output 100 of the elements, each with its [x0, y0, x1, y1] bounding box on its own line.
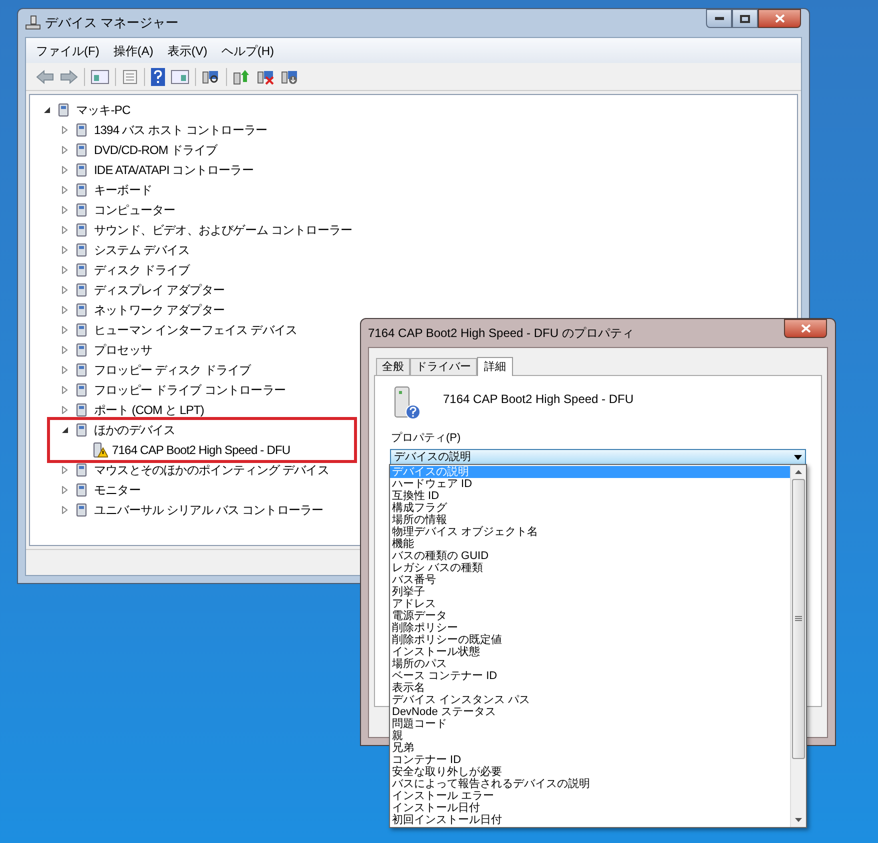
- uninstall-device-icon[interactable]: [281, 68, 299, 84]
- expand-triangle-icon[interactable]: [61, 486, 69, 494]
- expand-triangle-icon[interactable]: [61, 166, 69, 174]
- dropdown-option[interactable]: 場所のパス: [390, 658, 790, 670]
- tab[interactable]: 全般: [376, 358, 410, 375]
- dropdown-option[interactable]: 互換性 ID: [390, 490, 790, 502]
- tree-item[interactable]: 7164 CAP Boot2 High Speed - DFU: [112, 441, 290, 459]
- expand-triangle-icon[interactable]: [61, 406, 69, 414]
- tree-item[interactable]: ポート (COM と LPT): [94, 401, 204, 419]
- collapse-triangle-icon[interactable]: [43, 106, 51, 114]
- expand-triangle-icon[interactable]: [61, 466, 69, 474]
- window-title: デバイス マネージャー: [45, 14, 179, 32]
- expand-triangle-icon[interactable]: [61, 366, 69, 374]
- properties-icon[interactable]: [122, 68, 138, 84]
- scrollbar-thumb[interactable]: [792, 479, 805, 759]
- tree-item[interactable]: フロッピー ディスク ドライブ: [94, 361, 251, 379]
- dropdown-option[interactable]: インストール状態: [390, 646, 790, 658]
- tree-item[interactable]: ディスプレイ アダプター: [94, 281, 225, 299]
- maximize-icon: [740, 14, 750, 22]
- dropdown-option[interactable]: ハードウェア ID: [390, 478, 790, 490]
- dialog-title: 7164 CAP Boot2 High Speed - DFU のプロパティ: [368, 325, 634, 342]
- panel-icon[interactable]: [171, 70, 189, 84]
- back-arrow-icon[interactable]: [36, 70, 54, 84]
- expand-triangle-icon[interactable]: [61, 346, 69, 354]
- dropdown-option[interactable]: 兄弟: [390, 742, 790, 754]
- tree-item[interactable]: コンピューター: [94, 201, 176, 219]
- expand-triangle-icon[interactable]: [61, 306, 69, 314]
- help-icon[interactable]: [151, 68, 165, 86]
- expand-triangle-icon[interactable]: [61, 246, 69, 254]
- dropdown-option[interactable]: 列挙子: [390, 586, 790, 598]
- menu-item[interactable]: 操作(A): [113, 42, 154, 60]
- expand-triangle-icon[interactable]: [61, 206, 69, 214]
- dropdown-option[interactable]: バス番号: [390, 574, 790, 586]
- dropdown-option[interactable]: DevNode ステータス: [390, 706, 790, 718]
- dropdown-option[interactable]: インストール日付: [390, 802, 790, 814]
- dropdown-option[interactable]: 構成フラグ: [390, 502, 790, 514]
- menu-item[interactable]: ファイル(F): [36, 42, 100, 60]
- dropdown-option[interactable]: インストール エラー: [390, 790, 790, 802]
- tab[interactable]: 詳細: [477, 357, 513, 376]
- tree-item[interactable]: プロセッサ: [94, 341, 152, 359]
- tree-item[interactable]: マッキ-PC: [76, 101, 130, 119]
- tree-item[interactable]: マウスとそのほかのポインティング デバイス: [94, 461, 329, 479]
- tree-item[interactable]: システム デバイス: [94, 241, 190, 259]
- expand-triangle-icon[interactable]: [61, 226, 69, 234]
- close-icon: [800, 324, 810, 333]
- tree-item[interactable]: IDE ATA/ATAPI コントローラー: [94, 161, 254, 179]
- dropdown-option[interactable]: バスによって報告されるデバイスの説明: [390, 778, 790, 790]
- dropdown-option[interactable]: 問題コード: [390, 718, 790, 730]
- tree-item[interactable]: サウンド、ビデオ、およびゲーム コントローラー: [94, 221, 352, 239]
- disable-device-icon[interactable]: [257, 68, 275, 84]
- maximize-button[interactable]: [732, 9, 758, 28]
- dropdown-option[interactable]: アドレス: [390, 598, 790, 610]
- dropdown-option[interactable]: 場所の情報: [390, 514, 790, 526]
- tree-item[interactable]: ディスク ドライブ: [94, 261, 190, 279]
- dropdown-option[interactable]: バスの種類の GUID: [390, 550, 790, 562]
- tree-item[interactable]: キーボード: [94, 181, 152, 199]
- menu-item[interactable]: 表示(V): [167, 42, 208, 60]
- tree-item[interactable]: ヒューマン インターフェイス デバイス: [94, 321, 298, 339]
- dropdown-option[interactable]: 削除ポリシー: [390, 622, 790, 634]
- dropdown-option[interactable]: コンテナー ID: [390, 754, 790, 766]
- menu-item[interactable]: ヘルプ(H): [221, 42, 274, 60]
- tab[interactable]: ドライバー: [410, 358, 477, 375]
- minimize-icon: [714, 17, 724, 20]
- tree-item[interactable]: ネットワーク アダプター: [94, 301, 225, 319]
- update-driver-icon[interactable]: [233, 68, 251, 84]
- collapse-triangle-icon[interactable]: [61, 426, 69, 434]
- expand-triangle-icon[interactable]: [61, 386, 69, 394]
- dropdown-option[interactable]: 親: [390, 730, 790, 742]
- tree-item[interactable]: ユニバーサル シリアル バス コントローラー: [94, 501, 324, 519]
- close-button[interactable]: [784, 319, 827, 338]
- expand-triangle-icon[interactable]: [61, 506, 69, 514]
- expand-triangle-icon[interactable]: [61, 146, 69, 154]
- tree-item[interactable]: モニター: [94, 481, 140, 499]
- tree-item[interactable]: フロッピー ドライブ コントローラー: [94, 381, 286, 399]
- dropdown-option[interactable]: 表示名: [390, 682, 790, 694]
- dropdown-option[interactable]: レガシ バスの種類: [390, 562, 790, 574]
- close-button[interactable]: [758, 9, 801, 28]
- dropdown-option[interactable]: 物理デバイス オブジェクト名: [390, 526, 790, 538]
- dropdown-option[interactable]: 初回インストール日付: [390, 814, 790, 826]
- dropdown-option[interactable]: 電源データ: [390, 610, 790, 622]
- expand-triangle-icon[interactable]: [61, 266, 69, 274]
- tree-item[interactable]: DVD/CD-ROM ドライブ: [94, 141, 218, 159]
- panel-icon[interactable]: [91, 70, 109, 84]
- minimize-button[interactable]: [706, 9, 732, 28]
- expand-triangle-icon[interactable]: [61, 286, 69, 294]
- computer-icon: [25, 15, 41, 31]
- dropdown-option[interactable]: 機能: [390, 538, 790, 550]
- dropdown-arrow-icon: [794, 455, 802, 460]
- dropdown-option[interactable]: デバイス インスタンス パス: [390, 694, 790, 706]
- dropdown-option[interactable]: 安全な取り外しが必要: [390, 766, 790, 778]
- dropdown-option[interactable]: ベース コンテナー ID: [390, 670, 790, 682]
- expand-triangle-icon[interactable]: [61, 126, 69, 134]
- scrollbar[interactable]: [790, 465, 806, 827]
- tree-item[interactable]: 1394 バス ホスト コントローラー: [94, 121, 268, 139]
- expand-triangle-icon[interactable]: [61, 186, 69, 194]
- scan-hardware-icon[interactable]: [202, 68, 220, 84]
- expand-triangle-icon[interactable]: [61, 326, 69, 334]
- dropdown-option[interactable]: 削除ポリシーの既定値: [390, 634, 790, 646]
- tree-item[interactable]: ほかのデバイス: [94, 421, 176, 439]
- forward-arrow-icon[interactable]: [60, 70, 78, 84]
